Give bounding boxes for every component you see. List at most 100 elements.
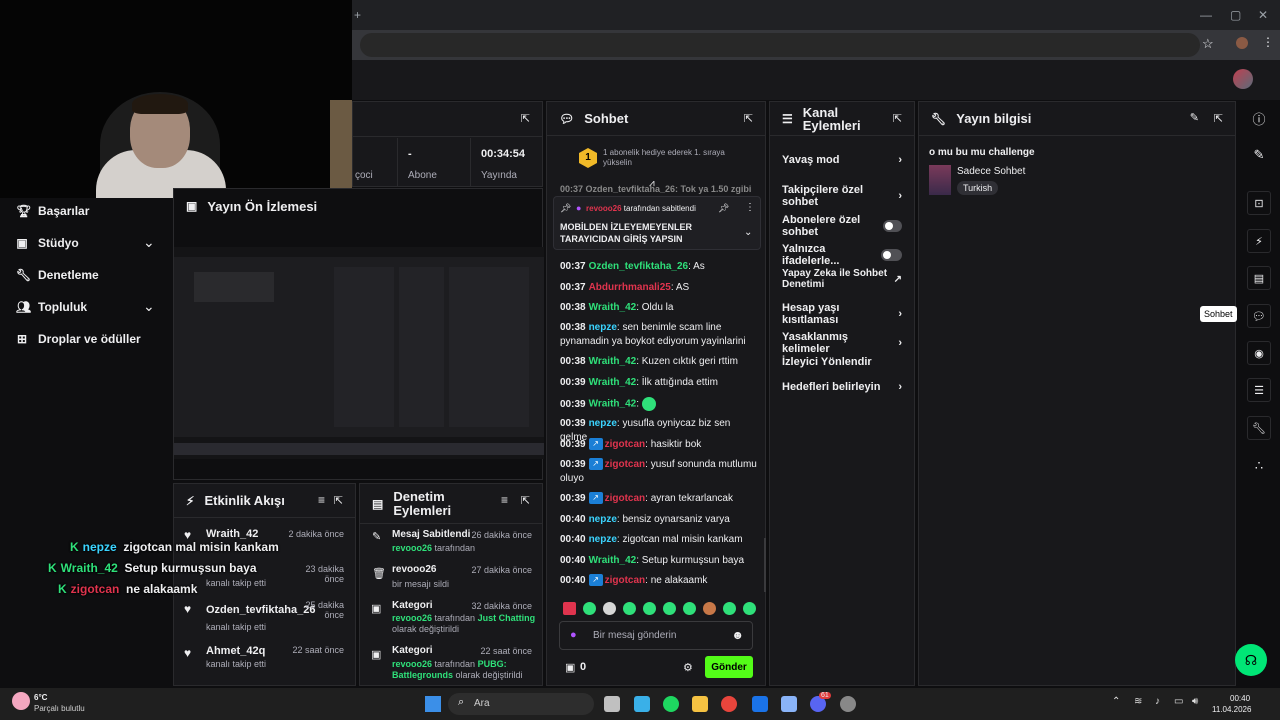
- mod-log-user[interactable]: revooo26: [392, 543, 432, 553]
- mic-tray-icon[interactable]: ♪: [1155, 696, 1160, 707]
- clock-time[interactable]: 00:40: [1230, 694, 1250, 703]
- edit-icon[interactable]: ✎: [1190, 111, 1199, 124]
- chat-username[interactable]: Wraith_42: [589, 356, 637, 367]
- chat-username[interactable]: zigotcan: [605, 493, 646, 504]
- action-goals[interactable]: Hedefleri belirleyin ›: [782, 381, 902, 393]
- emote-icon[interactable]: [743, 602, 756, 615]
- chat-username[interactable]: Wraith_42: [589, 555, 637, 566]
- sidebar-item-achievements[interactable]: 🏆︎ Başarılar: [16, 204, 89, 218]
- category-thumbnail[interactable]: [929, 165, 951, 195]
- popout-icon[interactable]: ⇱: [521, 494, 530, 507]
- chat-username[interactable]: Wraith_42: [589, 302, 637, 313]
- activity-user[interactable]: Ozden_tevfiktaha_26: [206, 604, 315, 616]
- mod-log-category[interactable]: Just Chatting: [478, 613, 536, 623]
- action-account-age[interactable]: Hesap yaşı kısıtlaması ›: [782, 302, 902, 326]
- taskbar-search[interactable]: ⌕ Ara: [448, 693, 594, 715]
- windows-start-icon[interactable]: [425, 696, 441, 712]
- popout-icon[interactable]: ⇱: [893, 112, 902, 125]
- sidebar-item-community[interactable]: 👥︎ Topluluk: [16, 300, 87, 314]
- preview-video[interactable]: [174, 247, 544, 459]
- activity-user[interactable]: Ahmet_42q: [206, 645, 265, 657]
- popout-icon[interactable]: ⇱: [1214, 112, 1223, 125]
- browser-menu-icon[interactable]: ⋮: [1262, 35, 1274, 49]
- emote-icon[interactable]: [603, 602, 616, 615]
- filter-icon[interactable]: ≡: [318, 493, 325, 507]
- close-window-button[interactable]: ✕: [1258, 8, 1268, 22]
- chat-username[interactable]: zigotcan: [605, 575, 646, 586]
- more-options-icon[interactable]: ⋮: [745, 202, 755, 213]
- chrome-icon[interactable]: [721, 696, 737, 712]
- spotify-icon[interactable]: [663, 696, 679, 712]
- chevron-down-icon[interactable]: ⌄: [143, 298, 155, 315]
- store-icon[interactable]: [634, 696, 650, 712]
- points-icon[interactable]: ▣: [565, 661, 575, 674]
- mail-icon[interactable]: [752, 696, 768, 712]
- action-banned-words[interactable]: Yasaklanmış kelimeler ›: [782, 331, 902, 355]
- gear-icon[interactable]: ⚙︎: [683, 661, 693, 674]
- unpin-icon[interactable]: 📌︎: [718, 203, 729, 214]
- send-button[interactable]: Gönder: [705, 656, 753, 678]
- new-tab-button[interactable]: +: [354, 8, 361, 22]
- emote-icon[interactable]: [643, 602, 656, 615]
- popout-icon[interactable]: ⇱: [334, 494, 343, 507]
- chat-username[interactable]: nepze: [589, 534, 617, 545]
- popout-icon[interactable]: ⇱: [521, 112, 530, 125]
- info-icon[interactable]: ⓘ: [1238, 105, 1280, 131]
- emote-icon[interactable]: [641, 397, 656, 411]
- chat-scrollbar[interactable]: [764, 538, 766, 592]
- filter-icon[interactable]: ≡: [501, 493, 508, 507]
- task-view-icon[interactable]: [604, 696, 620, 712]
- emote-icon[interactable]: [623, 602, 636, 615]
- user-avatar[interactable]: [1233, 69, 1253, 89]
- steam-icon[interactable]: [840, 696, 856, 712]
- chat-username[interactable]: zigotcan: [605, 439, 646, 450]
- gift-leaderboard-text[interactable]: 1 abonelik hediye ederek 1. sıraya yükse…: [603, 148, 743, 168]
- profile-avatar-icon[interactable]: [1236, 37, 1248, 49]
- layout-icon[interactable]: ☰: [1247, 378, 1271, 402]
- emote-icon[interactable]: [563, 602, 576, 615]
- file-explorer-icon[interactable]: [692, 696, 708, 712]
- action-ai-moderation[interactable]: Yapay Zeka ile Sohbet Denetimi ↗: [782, 268, 902, 290]
- broadcast-icon[interactable]: ◉: [1247, 341, 1271, 365]
- display-icon[interactable]: ▭: [1174, 696, 1183, 707]
- stream-tag[interactable]: Turkish: [957, 181, 999, 195]
- document-icon[interactable]: ▤: [1247, 266, 1271, 290]
- app-icon[interactable]: [781, 696, 797, 712]
- chevron-down-icon[interactable]: ⌄: [143, 234, 155, 251]
- chat-username[interactable]: Abdurrhmanali25: [589, 282, 671, 293]
- chat-username[interactable]: Ozden_tevfiktaha_26: [589, 261, 689, 272]
- mod-log-title[interactable]: revooo26: [392, 564, 436, 575]
- activity-user[interactable]: Wraith_42: [206, 528, 258, 540]
- emote-icon[interactable]: [583, 602, 596, 615]
- emote-icon[interactable]: [683, 602, 696, 615]
- mod-log-user[interactable]: revooo26: [392, 613, 432, 623]
- chat-username[interactable]: zigotcan: [605, 459, 646, 470]
- community-rail-icon[interactable]: ∴: [1238, 453, 1280, 479]
- action-follower-only[interactable]: Takipçilere özel sohbet ›: [782, 184, 902, 208]
- weather-icon[interactable]: [12, 692, 30, 710]
- mod-log-user[interactable]: revooo26: [392, 659, 432, 669]
- restore-button[interactable]: ▢: [1230, 8, 1241, 22]
- pinned-message[interactable]: 📌︎ ● revooo26 tarafından sabitlendi 📌︎ ⋮…: [553, 196, 761, 250]
- edit-icon[interactable]: ✎: [1238, 142, 1280, 168]
- tray-chevron-icon[interactable]: ⌃: [1112, 696, 1120, 707]
- sub-only-toggle[interactable]: [883, 220, 902, 232]
- emote-icon[interactable]: [703, 602, 716, 615]
- chevron-down-icon[interactable]: ⌄: [744, 227, 752, 238]
- minimize-button[interactable]: —: [1200, 8, 1212, 22]
- sidebar-item-moderation[interactable]: 🔧︎ Denetleme: [16, 268, 99, 282]
- emoji-icon[interactable]: ☻: [731, 628, 744, 642]
- chat-username[interactable]: nepze: [589, 322, 617, 333]
- address-bar[interactable]: [360, 33, 1200, 57]
- screen-capture-icon[interactable]: ⊡: [1247, 191, 1271, 215]
- wrench-rail-icon[interactable]: 🔧︎: [1247, 416, 1271, 440]
- volume-icon[interactable]: 🔊︎: [1192, 696, 1198, 707]
- sidebar-item-drops[interactable]: ⊞ Droplar ve ödüller: [16, 332, 141, 346]
- lightning-icon[interactable]: ⚡︎: [1247, 229, 1271, 253]
- action-raid[interactable]: İzleyici Yönlendir: [782, 356, 902, 368]
- network-icon[interactable]: ≋: [1134, 696, 1142, 707]
- chat-username[interactable]: nepze: [589, 418, 617, 429]
- mic-icon[interactable]: ●: [570, 629, 577, 641]
- popout-icon[interactable]: ⇱: [744, 112, 753, 125]
- chat-username[interactable]: nepze: [589, 514, 617, 525]
